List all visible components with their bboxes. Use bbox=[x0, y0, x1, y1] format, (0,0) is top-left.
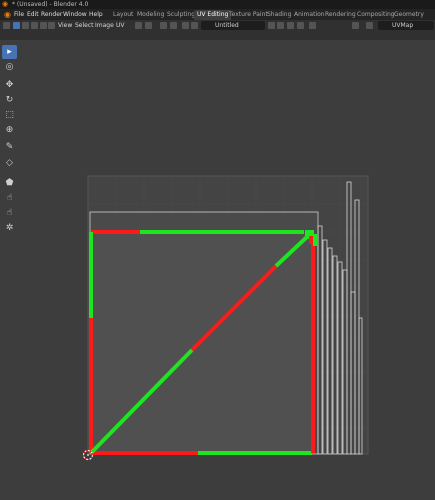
uv-canvas[interactable] bbox=[0, 0, 435, 500]
